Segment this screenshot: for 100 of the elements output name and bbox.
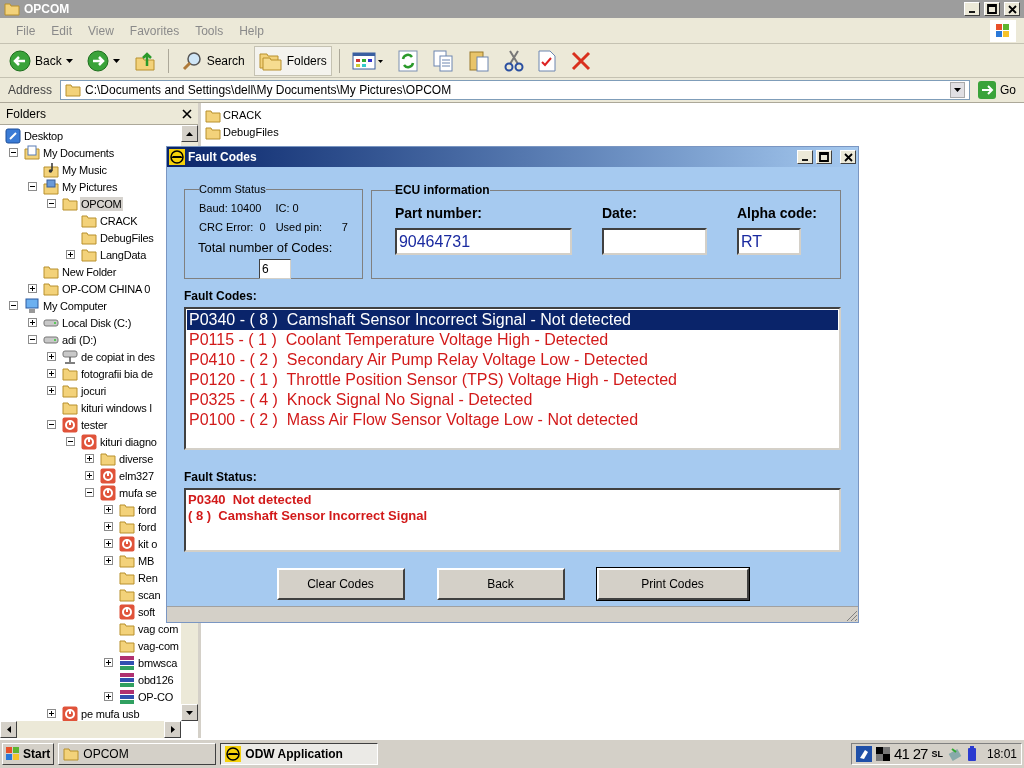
tree-item[interactable]: MB [137,553,156,568]
expand-toggle[interactable] [27,284,37,293]
collapse-toggle[interactable] [27,182,37,191]
tree-item[interactable]: vag-com [137,638,180,653]
minimize-button[interactable] [797,150,813,164]
expand-toggle[interactable] [65,250,75,259]
tree-item[interactable]: mufa se [118,485,158,500]
fault-code-item[interactable]: P0120 - ( 1 ) Throttle Position Sensor (TPS) Voltage High - Detected [187,370,838,390]
tree-item[interactable]: My Music [61,162,108,177]
collapse-toggle[interactable] [8,301,18,310]
horizontal-scrollbar[interactable] [0,721,181,738]
folder-icon [62,400,78,415]
taskbar-button[interactable]: ODW Application [220,743,379,765]
fault-code-item[interactable]: P0115 - ( 1 ) Coolant Temperature Voltage High - Detected [187,330,838,350]
tree-item[interactable]: New Folder [61,264,118,279]
scissors-icon [503,49,524,72]
expand-toggle[interactable] [84,471,94,480]
tree-item[interactable]: My Pictures [61,179,119,194]
scroll-button[interactable] [164,721,181,738]
tree-item[interactable]: ford [137,519,158,534]
tree-item[interactable]: vag com [137,621,180,636]
tray-text: SL [931,749,943,759]
scroll-button[interactable] [181,704,198,721]
fault-code-item[interactable]: P0410 - ( 2 ) Secondary Air Pump Relay Voltage Low - Detected [187,350,838,370]
maximize-button[interactable] [984,2,1000,16]
scroll-button[interactable] [181,125,198,142]
tree-item[interactable]: LangData [99,247,148,262]
close-button[interactable] [840,150,856,164]
collapse-toggle[interactable] [27,335,37,344]
folder-item[interactable]: CRACK [223,107,262,124]
expand-toggle[interactable] [46,386,56,395]
tree-item[interactable]: DebugFiles [99,230,155,245]
collapse-toggle[interactable] [8,148,18,157]
maximize-button[interactable] [816,150,832,164]
expand-toggle[interactable] [46,352,56,361]
tree-item[interactable]: soft [137,604,156,619]
tree-item[interactable]: diverse [118,451,155,466]
expand-toggle[interactable] [103,658,113,667]
collapse-toggle[interactable] [84,488,94,497]
expand-toggle[interactable] [46,709,56,718]
expand-toggle[interactable] [84,454,94,463]
folder-icon [119,502,135,517]
shared-drive-icon [62,348,78,365]
tree-item[interactable]: pe mufa usb [80,706,141,721]
tree-item[interactable]: kituri diagno [99,434,158,449]
expand-toggle[interactable] [46,369,56,378]
dialog-button[interactable]: Back [436,568,565,600]
expand-toggle[interactable] [103,692,113,701]
ecu-field[interactable]: 90464731 [394,228,572,255]
back-button[interactable]: Back [4,45,78,76]
tree-item[interactable]: OP-COM CHINA 0 [61,281,152,296]
tree-item[interactable]: CRACK [99,213,139,228]
tree-item[interactable]: jocuri [80,383,108,398]
address-field[interactable]: C:\Documents and Settings\dell\My Documents\My Pictures\OPCOM [60,80,970,100]
tree-item[interactable]: Ren [137,570,159,585]
collapse-toggle[interactable] [46,420,56,429]
start-button[interactable]: Start [2,743,55,765]
tree-item[interactable]: OPCOM [80,196,123,211]
tree-item[interactable]: scan [137,587,162,602]
group-title: ECU information [394,182,490,199]
tree-item[interactable]: Local Disk (C:) [61,315,133,330]
collapse-toggle[interactable] [65,437,75,446]
folder-item[interactable]: DebugFiles [223,124,279,141]
tree-item[interactable]: obd126 [137,672,175,687]
close-button[interactable] [1004,2,1020,16]
plus-icon [29,320,35,325]
expand-toggle[interactable] [27,318,37,327]
tree-item[interactable]: ford [137,502,158,517]
go-button[interactable]: Go [974,81,1020,99]
expand-toggle[interactable] [103,505,113,514]
tree-item[interactable]: My Documents [42,145,115,160]
search-button[interactable]: Search [175,45,250,76]
expand-toggle[interactable] [103,522,113,531]
tree-item[interactable]: de copiat in des [80,349,156,364]
dropdown-button[interactable] [950,82,965,98]
expand-toggle[interactable] [103,556,113,565]
tree-item[interactable]: tester [80,417,109,432]
plus-icon [29,286,35,291]
tree-item[interactable]: kituri windows l [80,400,153,415]
collapse-toggle[interactable] [46,199,56,208]
ecu-field[interactable] [601,228,707,255]
taskbar-button[interactable]: OPCOM [58,743,217,765]
tree-item[interactable]: elm327 [118,468,155,483]
dialog-button[interactable]: Clear Codes [276,568,405,600]
tree-item[interactable]: bmwsca [137,655,179,670]
tree-item[interactable]: adi (D:) [61,332,98,347]
tree-item[interactable]: My Computer [42,298,108,313]
fault-code-item[interactable]: P0325 - ( 4 ) Knock Signal No Signal - Detected [187,390,838,410]
expand-toggle[interactable] [103,539,113,548]
fault-code-item[interactable]: P0100 - ( 2 ) Mass Air Flow Sensor Voltage Low - Not detected [187,410,838,430]
fault-code-item[interactable]: P0340 - ( 8 ) Camshaft Sensor Incorrect Signal - Not detected [187,310,838,330]
tree-item[interactable]: kit o [137,536,159,551]
tree-item[interactable]: OP-CO [137,689,175,704]
ecu-field[interactable]: RT [736,228,801,255]
folders-button[interactable]: Folders [253,45,332,76]
scroll-button[interactable] [0,721,17,738]
tree-item[interactable]: fotografii bia de [80,366,154,381]
dialog-button[interactable]: Print Codes [596,568,749,600]
minimize-button[interactable] [964,2,980,16]
tree-item[interactable]: Desktop [23,128,64,143]
